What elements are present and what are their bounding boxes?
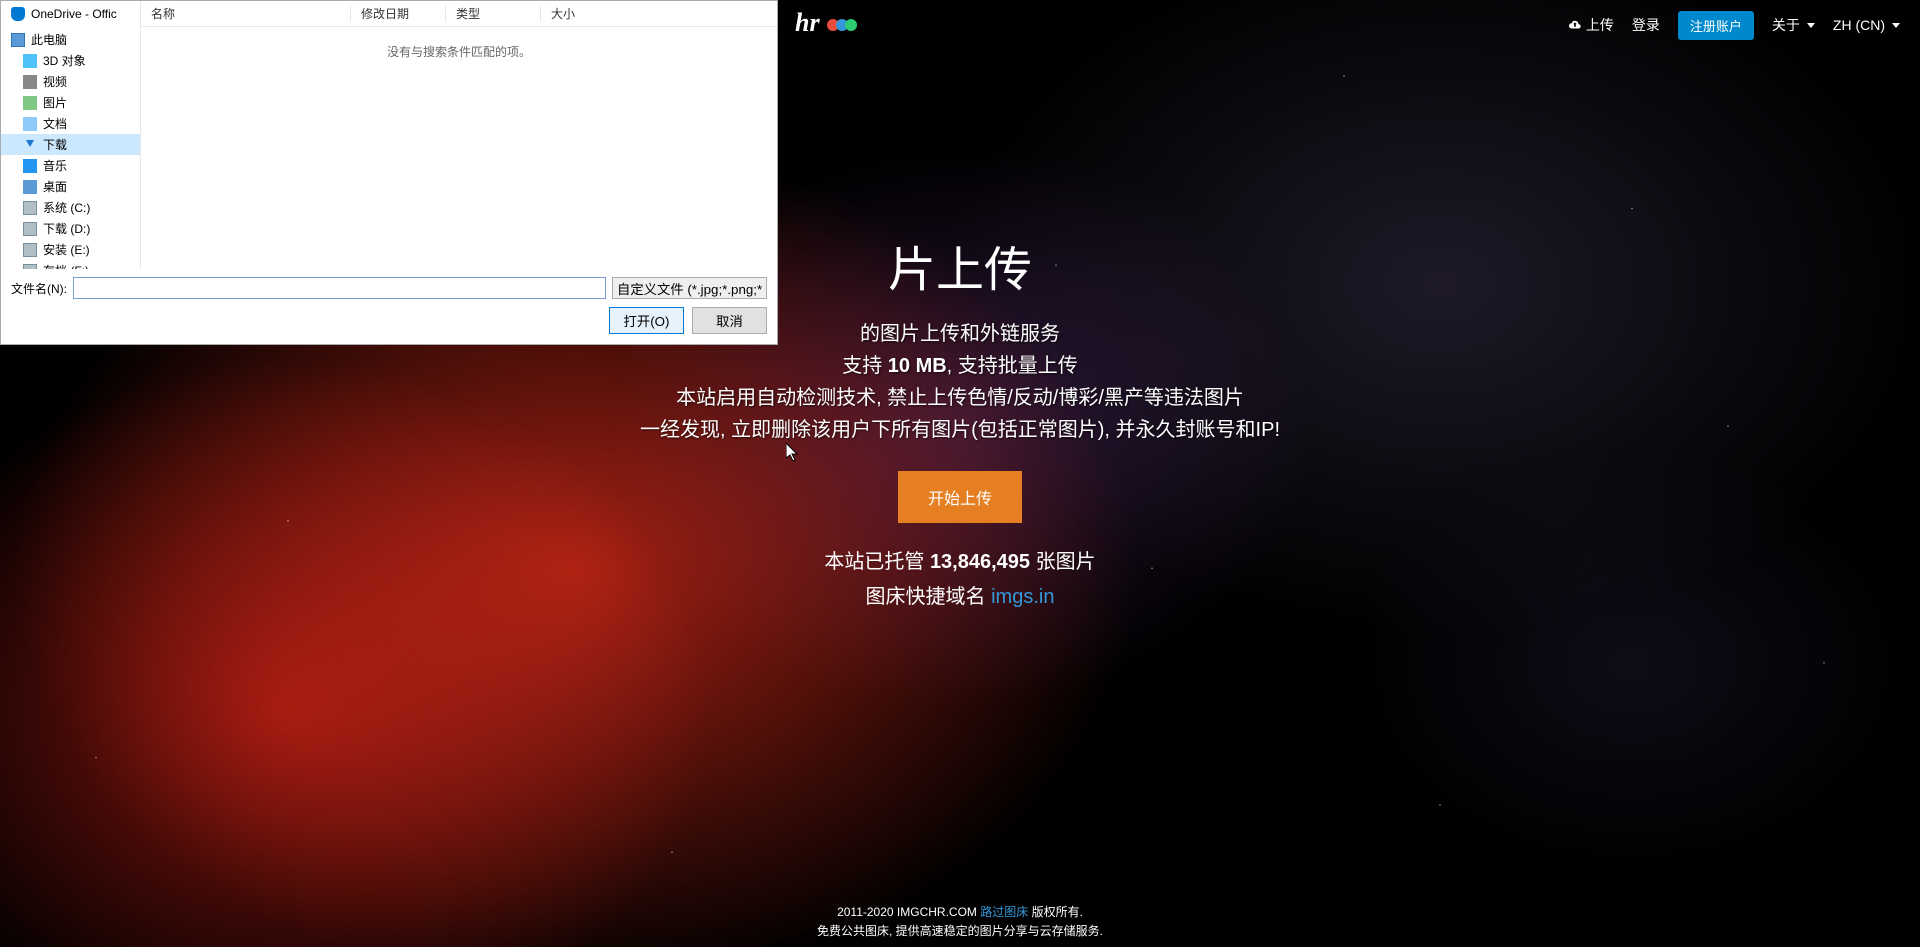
tree-label: 此电脑 (31, 31, 67, 48)
nav-upload[interactable]: 上传 (1568, 15, 1614, 35)
stats-prefix: 本站已托管 (824, 551, 930, 573)
nav-login-label: 登录 (1632, 15, 1660, 35)
nav-upload-label: 上传 (1586, 15, 1614, 35)
tree-label: 3D 对象 (43, 52, 86, 69)
cloud-upload-icon (1568, 18, 1582, 32)
tree-music[interactable]: 音乐 (1, 155, 140, 176)
tree-label: 文档 (43, 115, 67, 132)
stats-suffix: 张图片 (1030, 551, 1096, 573)
tree-desktop[interactable]: 桌面 (1, 176, 140, 197)
tree-label: 音乐 (43, 157, 67, 174)
drive-icon (23, 243, 37, 257)
domain-link[interactable]: imgs.in (991, 586, 1054, 608)
tree-documents[interactable]: 文档 (1, 113, 140, 134)
tree-label: 桌面 (43, 178, 67, 195)
drive-icon (23, 201, 37, 215)
logo-text: hr (795, 8, 820, 37)
filename-label: 文件名(N): (11, 280, 67, 297)
tree-label: OneDrive - Offic (31, 7, 117, 21)
hero-line4: 一经发现, 立即删除该用户下所有图片(包括正常图片), 并永久封账号和IP! (0, 414, 1920, 446)
nav-lang-label: ZH (CN) (1833, 17, 1885, 33)
open-button-label: 打开(O) (624, 314, 670, 329)
nav-lang[interactable]: ZH (CN) (1833, 17, 1900, 33)
hosted-stats: 本站已托管 13,846,495 张图片 (0, 545, 1920, 574)
folder-tree: OneDrive - Offic 此电脑 3D 对象 视频 图片 文档 下载 音… (1, 1, 141, 269)
nav-about[interactable]: 关于 (1772, 15, 1815, 35)
hero-line2-suffix: , 支持批量上传 (947, 355, 1078, 377)
video-icon (23, 75, 37, 89)
stats-count: 13,846,495 (930, 551, 1030, 573)
footer-site-link[interactable]: 路过图床 (980, 905, 1028, 919)
footer-line1: 2011-2020 IMGCHR.COM 路过图床 版权所有. (0, 903, 1920, 920)
file-open-dialog: OneDrive - Offic 此电脑 3D 对象 视频 图片 文档 下载 音… (0, 0, 778, 345)
col-size[interactable]: 大小 (541, 5, 631, 22)
hero-upload-size: 10 MB (888, 355, 947, 377)
col-date[interactable]: 修改日期 (351, 5, 446, 22)
site-logo[interactable]: hr (795, 8, 857, 38)
tree-downloads[interactable]: 下载 (1, 134, 140, 155)
empty-message: 没有与搜索条件匹配的项。 (141, 43, 777, 60)
tree-drive-f[interactable]: 存档 (F:) (1, 260, 140, 269)
tree-drive-e[interactable]: 安装 (E:) (1, 239, 140, 260)
file-list-pane: 名称 修改日期 类型 大小 没有与搜索条件匹配的项。 (141, 1, 777, 269)
filename-row: 文件名(N): (11, 277, 767, 299)
column-headers: 名称 修改日期 类型 大小 (141, 1, 777, 27)
domain-prefix: 图床快捷域名 (866, 586, 992, 608)
tree-label: 下载 (D:) (43, 220, 90, 237)
picture-icon (23, 96, 37, 110)
download-icon (23, 138, 37, 152)
tree-label: 图片 (43, 94, 67, 111)
footer: 2011-2020 IMGCHR.COM 路过图床 版权所有. 免费公共图床, … (0, 903, 1920, 939)
dialog-buttons: 打开(O) 取消 (11, 307, 767, 334)
cancel-button[interactable]: 取消 (692, 307, 767, 334)
start-upload-button[interactable]: 开始上传 (898, 471, 1022, 523)
tree-label: 存档 (F:) (43, 262, 89, 269)
chevron-down-icon (1807, 23, 1815, 28)
footer-copyright-pre: 2011-2020 IMGCHR.COM (837, 905, 980, 919)
tree-onedrive[interactable]: OneDrive - Offic (1, 5, 140, 23)
domain-line: 图床快捷域名 imgs.in (0, 580, 1920, 609)
nav-register-button[interactable]: 注册账户 (1678, 11, 1754, 40)
cube-icon (23, 54, 37, 68)
filename-input[interactable] (73, 277, 606, 299)
nav-login[interactable]: 登录 (1632, 15, 1660, 35)
open-button[interactable]: 打开(O) (609, 307, 684, 334)
chevron-down-icon (1892, 23, 1900, 28)
tree-this-pc[interactable]: 此电脑 (1, 29, 140, 50)
col-name[interactable]: 名称 (141, 5, 351, 22)
hero-line2-prefix: 支持 (842, 355, 888, 377)
hero-line3: 本站启用自动检测技术, 禁止上传色情/反动/博彩/黑产等违法图片 (0, 382, 1920, 414)
document-icon (23, 117, 37, 131)
pc-icon (11, 33, 25, 47)
hero-line2: 支持 10 MB, 支持批量上传 (0, 350, 1920, 382)
music-icon (23, 159, 37, 173)
tree-label: 下载 (43, 136, 67, 153)
tree-drive-d[interactable]: 下载 (D:) (1, 218, 140, 239)
tree-drive-c[interactable]: 系统 (C:) (1, 197, 140, 218)
footer-line2: 免费公共图床, 提供高速稳定的图片分享与云存储服务. (0, 922, 1920, 939)
dialog-bottom: 文件名(N): 打开(O) 取消 (1, 269, 777, 344)
footer-copyright-post: 版权所有. (1028, 905, 1083, 919)
drive-icon (23, 222, 37, 236)
nav-register-label: 注册账户 (1690, 19, 1742, 34)
tree-label: 安装 (E:) (43, 241, 90, 258)
onedrive-icon (11, 7, 25, 21)
filetype-select[interactable] (612, 277, 767, 299)
cancel-button-label: 取消 (716, 314, 743, 329)
tree-pictures[interactable]: 图片 (1, 92, 140, 113)
col-type[interactable]: 类型 (446, 5, 541, 22)
desktop-icon (23, 180, 37, 194)
nav-about-label: 关于 (1772, 15, 1800, 35)
tree-videos[interactable]: 视频 (1, 71, 140, 92)
logo-dots-icon (830, 19, 857, 31)
tree-label: 系统 (C:) (43, 199, 90, 216)
dialog-body: OneDrive - Offic 此电脑 3D 对象 视频 图片 文档 下载 音… (1, 1, 777, 269)
tree-3d-objects[interactable]: 3D 对象 (1, 50, 140, 71)
tree-label: 视频 (43, 73, 67, 90)
